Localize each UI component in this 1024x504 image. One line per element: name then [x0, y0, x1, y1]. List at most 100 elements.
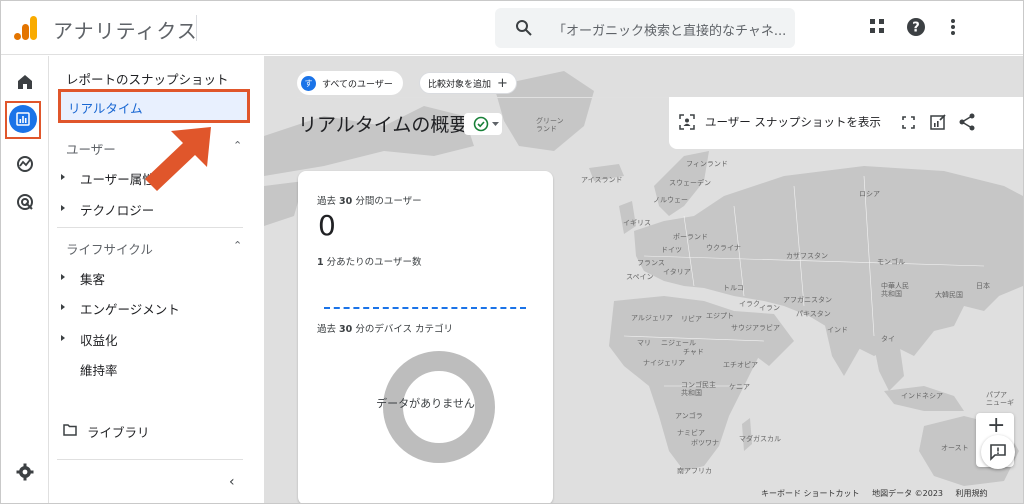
nav-realtime[interactable]: リアルタイム	[58, 89, 250, 123]
map-label: エチオピア	[723, 361, 758, 369]
map-label: ウクライナ	[706, 244, 741, 252]
search-placeholder: 「オーガニック検索と直接的なチャネ...	[553, 24, 787, 39]
nav-users-header[interactable]: ユーザー	[66, 139, 116, 158]
map-label: フィンランド	[686, 160, 728, 168]
share-icon[interactable]	[959, 113, 975, 131]
map-label: 南アフリカ	[677, 467, 712, 475]
reports-icon[interactable]	[9, 105, 37, 133]
map-label: モンゴル	[877, 258, 905, 266]
apps-grid-icon[interactable]	[868, 17, 886, 35]
chevron-up-icon[interactable]: ⌃	[233, 239, 242, 252]
map-label: マリ	[637, 339, 651, 347]
expand-icon[interactable]	[61, 335, 65, 341]
map-label: トルコ	[723, 284, 744, 292]
device-category-label: 過去 30 分のデバイス カテゴリ	[317, 324, 454, 335]
map-label: ナミビア	[677, 429, 705, 437]
search-icon	[516, 20, 532, 36]
expand-icon[interactable]	[61, 205, 65, 211]
map-label: スウェーデン	[669, 179, 711, 187]
nav-engagement[interactable]: エンゲージメント	[80, 299, 180, 318]
explore-icon[interactable]	[11, 150, 39, 178]
map-label: 大韓民国	[935, 291, 963, 299]
map-label: ドイツ	[661, 246, 682, 254]
map-label: アルジェリア	[631, 314, 673, 322]
map-label: インドネシア	[901, 392, 943, 400]
per-minute-sparkline	[324, 307, 526, 309]
map-data-attribution: 地図データ ©2023	[872, 489, 943, 498]
map-label: フランス	[637, 259, 665, 267]
expand-icon[interactable]	[61, 174, 65, 180]
annotation-arrow	[145, 127, 211, 191]
map-label: インド	[827, 326, 848, 334]
advertising-icon[interactable]	[11, 188, 39, 216]
fullscreen-icon[interactable]	[902, 116, 915, 129]
plus-icon: +	[497, 75, 508, 91]
search-input[interactable]: 「オーガニック検索と直接的なチャネ...	[495, 8, 795, 48]
check-circle-icon	[473, 116, 489, 132]
home-icon[interactable]	[11, 68, 39, 96]
more-vert-icon[interactable]	[947, 17, 959, 37]
keyboard-shortcuts-link[interactable]: キーボード ショートカット	[761, 489, 860, 498]
nav-acquisition[interactable]: 集客	[80, 269, 105, 288]
map-label: マダガスカル	[739, 435, 781, 443]
map-label: チャド	[683, 348, 704, 356]
status-dropdown[interactable]	[464, 113, 502, 135]
feedback-icon	[990, 444, 1006, 461]
map-footer: キーボード ショートカット 地図データ ©2023 利用規約	[761, 488, 998, 499]
folder-icon	[63, 424, 77, 436]
map-label: ノルウェー	[653, 196, 688, 204]
add-comparison-button[interactable]: 比較対象を追加 +	[419, 72, 517, 94]
ga-window: アナリティクス 「オーガニック検索と直接的なチャネ... ? レポートのスナップ…	[0, 0, 1024, 504]
feedback-button[interactable]	[981, 435, 1015, 469]
title-actions: ユーザー スナップショットを表示	[669, 97, 1023, 149]
map-label: ナイジェリア	[643, 359, 685, 367]
nav-library[interactable]: ライブラリ	[87, 422, 150, 441]
map-label: ポーランド	[673, 233, 708, 241]
map-label: 日本	[976, 282, 990, 290]
settings-icon[interactable]	[11, 458, 39, 486]
expand-icon[interactable]	[61, 304, 65, 310]
map-label: イタリア	[663, 268, 691, 276]
realtime-users-card: 過去 30 分間のユーザー 0 1 分あたりのユーザー数 過去 30 分のデバイ…	[298, 171, 553, 503]
map-label: コンゴ民主 共和国	[681, 381, 716, 397]
map-label: アフガニスタン	[783, 296, 832, 304]
page-title: リアルタイムの概要	[298, 114, 469, 136]
top-bar: アナリティクス 「オーガニック検索と直接的なチャネ... ?	[1, 1, 1023, 55]
caret-down-icon	[492, 122, 499, 126]
map-label: エジプト	[706, 312, 734, 320]
map-label: パキスタン	[796, 310, 831, 318]
divider	[196, 15, 197, 41]
nav-monetization[interactable]: 収益化	[80, 330, 118, 349]
segment-chip[interactable]: す すべてのユーザー	[297, 71, 403, 95]
map-label: カザフスタン	[786, 252, 828, 260]
analytics-logo-icon[interactable]	[13, 15, 39, 41]
nav-realtime-label: リアルタイム	[68, 101, 143, 116]
view-user-snapshot-button[interactable]: ユーザー スナップショットを表示	[705, 114, 881, 130]
customize-report-icon[interactable]	[929, 113, 947, 131]
map-label: ロシア	[859, 190, 880, 198]
help-icon[interactable]: ?	[906, 17, 926, 37]
map-label: 中華人民 共和国	[881, 282, 909, 298]
users-per-minute-label: 1 分あたりのユーザー数	[317, 257, 422, 268]
nav-technology[interactable]: テクノロジー	[80, 200, 154, 219]
snapshot-icon	[679, 114, 695, 130]
nav-retention[interactable]: 維持率	[80, 360, 118, 379]
map-label: リビア	[681, 315, 702, 323]
collapse-nav-icon[interactable]: ‹	[229, 474, 235, 490]
users-30min-label: 過去 30 分間のユーザー	[317, 196, 422, 207]
expand-icon[interactable]	[61, 274, 65, 280]
nav-lifecycle-header[interactable]: ライフサイクル	[66, 239, 153, 258]
divider	[57, 227, 243, 228]
nav-snapshot[interactable]: レポートのスナップショット	[66, 69, 229, 88]
divider	[57, 459, 243, 460]
map-label: ケニア	[729, 383, 750, 391]
map-label: オースト	[941, 444, 969, 452]
segment-badge: す	[301, 75, 316, 91]
add-comparison-label: 比較対象を追加	[428, 79, 492, 90]
map-label: イラン	[759, 304, 780, 312]
map-label: サウジアラビア	[731, 324, 780, 332]
terms-link[interactable]: 利用規約	[956, 489, 988, 498]
chevron-up-icon[interactable]: ⌃	[233, 139, 242, 152]
left-rail	[1, 56, 49, 503]
map-label: スペイン	[626, 273, 654, 281]
